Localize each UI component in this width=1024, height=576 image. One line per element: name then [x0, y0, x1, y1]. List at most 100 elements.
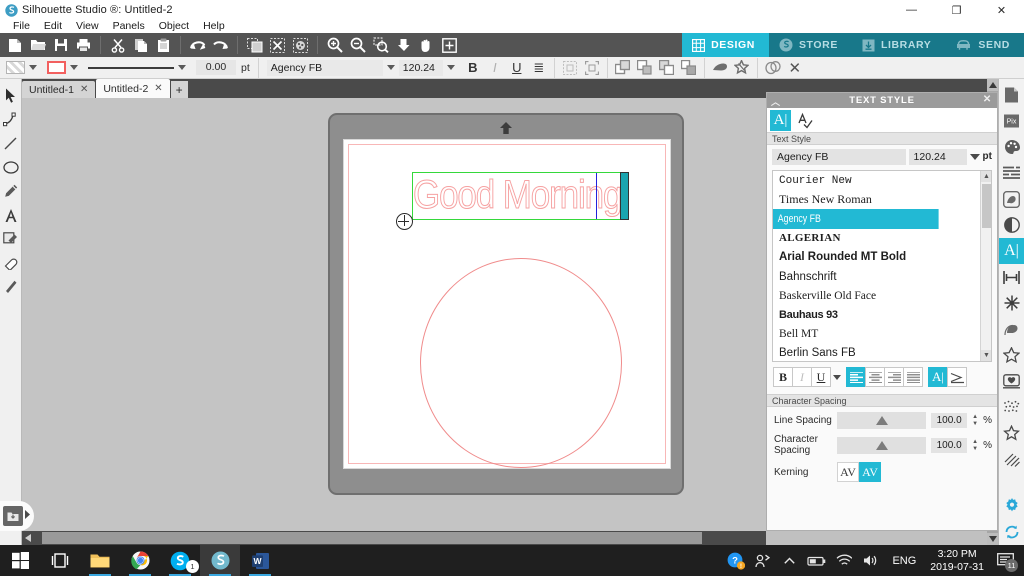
font-list-item[interactable]: Baskerville Old Face [773, 286, 980, 305]
fill-color-swatch[interactable] [6, 61, 25, 74]
ellipse-shape[interactable] [420, 258, 622, 468]
clock[interactable]: 3:20 PM 2019-07-31 [924, 548, 990, 574]
font-list-scroll-thumb[interactable] [982, 184, 991, 228]
show-hidden-icons-chevron[interactable] [776, 545, 803, 576]
font-list-item[interactable]: Arial Rounded MT Bold [773, 248, 980, 267]
slider-thumb-icon[interactable] [876, 416, 888, 425]
character-spacing-slider[interactable] [837, 437, 926, 454]
zoom-out-icon[interactable] [346, 34, 369, 56]
panel-font-size-input[interactable]: 120.24 [909, 149, 967, 165]
sketch-star-icon[interactable] [999, 342, 1024, 368]
kerning-off-button[interactable]: AV [837, 462, 859, 482]
zoom-selection-icon[interactable] [369, 34, 392, 56]
tab-library[interactable]: LIBRARY [852, 33, 945, 57]
redo-icon[interactable] [209, 34, 232, 56]
align-left-button[interactable] [846, 367, 866, 387]
align-center-button[interactable] [865, 367, 885, 387]
character-spacing-stepper[interactable]: ▲▼ [972, 439, 978, 452]
deselect-all-icon[interactable] [266, 34, 289, 56]
page-area[interactable]: Good Morning! [343, 139, 671, 469]
text-align-button[interactable]: ≣ [528, 58, 550, 78]
font-name-dropdown-icon[interactable] [387, 65, 395, 70]
pattern-fill-icon[interactable] [999, 446, 1024, 472]
release-compound-icon[interactable]: ✕ [784, 58, 806, 78]
kerning-on-button[interactable]: AV [859, 462, 881, 482]
draw-pen-tool[interactable] [0, 179, 22, 203]
tab-design[interactable]: DESIGN [682, 33, 769, 57]
font-list-item[interactable]: Courier New [773, 171, 980, 190]
open-folder-icon[interactable] [26, 34, 49, 56]
action-center-icon[interactable]: 11 [990, 545, 1020, 576]
crop-icon[interactable] [678, 58, 700, 78]
shapes-star-icon[interactable] [999, 420, 1024, 446]
subtract-icon[interactable] [634, 58, 656, 78]
scroll-up-icon[interactable]: ▲ [981, 171, 992, 182]
pixscan-icon[interactable]: Pix [999, 108, 1024, 134]
scroll-down-icon[interactable] [987, 533, 998, 545]
font-name-input[interactable]: Agency FB [267, 60, 383, 76]
edit-points-tool[interactable] [0, 107, 22, 131]
font-list-item[interactable]: Berlin Sans FB [773, 344, 980, 362]
line-style-preview[interactable] [88, 61, 174, 74]
knife-tool[interactable] [0, 275, 22, 299]
new-document-icon[interactable] [3, 34, 26, 56]
trace-panel-icon[interactable] [999, 186, 1024, 212]
font-list-item[interactable]: Bell MT [773, 325, 980, 344]
align-justify-button[interactable] [903, 367, 923, 387]
minimize-button[interactable]: — [889, 0, 934, 20]
preferences-gear-icon[interactable] [999, 493, 1024, 519]
text-style-dropdown-icon[interactable] [833, 375, 841, 380]
document-tab-untitled-1[interactable]: Untitled-1 ✕ [22, 81, 95, 98]
collapse-icon[interactable]: ︿ [771, 95, 781, 108]
library-heart-icon[interactable] [999, 368, 1024, 394]
print-icon[interactable] [72, 34, 95, 56]
panel-font-name-input[interactable]: Agency FB [772, 149, 906, 165]
trace-tool[interactable] [0, 227, 22, 251]
undo-icon[interactable] [186, 34, 209, 56]
fill-color-dropdown-icon[interactable] [29, 65, 37, 70]
line-spacing-stepper[interactable]: ▲▼ [972, 414, 978, 427]
cut-scissors-icon[interactable] [106, 34, 129, 56]
wifi-icon[interactable] [830, 545, 857, 576]
menu-help[interactable]: Help [196, 20, 232, 33]
battery-icon[interactable] [803, 545, 830, 576]
design-canvas[interactable]: Good Morning! [22, 98, 766, 531]
word-button[interactable]: W [240, 545, 280, 576]
line-spacing-input[interactable]: 100.0 [931, 413, 967, 428]
font-list[interactable]: Courier New Times New Roman Agency FB AL… [772, 170, 992, 362]
intersect-icon[interactable] [656, 58, 678, 78]
scroll-down-icon[interactable]: ▼ [981, 350, 992, 361]
weld-icon[interactable] [612, 58, 634, 78]
menu-view[interactable]: View [69, 20, 106, 33]
text-on-path-icon[interactable] [794, 110, 815, 131]
language-indicator[interactable]: ENG [884, 555, 924, 567]
font-list-item[interactable]: Bahnschrift [773, 267, 980, 286]
people-icon[interactable] [749, 545, 776, 576]
menu-panels[interactable]: Panels [106, 20, 152, 33]
sync-icon[interactable] [999, 519, 1024, 545]
skype-button[interactable]: 1 [160, 545, 200, 576]
offset-icon[interactable] [762, 58, 784, 78]
transform-icon[interactable] [999, 264, 1024, 290]
panel-close-icon[interactable]: ✕ [983, 94, 992, 105]
text-object[interactable]: Good Morning! [412, 172, 624, 220]
maximize-button[interactable]: ❐ [934, 0, 979, 20]
canvas-text[interactable]: Good Morning! [413, 170, 630, 221]
copy-icon[interactable] [129, 34, 152, 56]
eraser-star-icon[interactable] [731, 58, 753, 78]
menu-file[interactable]: File [6, 20, 37, 33]
font-list-item[interactable]: ALGERIAN [773, 229, 980, 248]
help-notification-icon[interactable]: ?! [722, 545, 749, 576]
underline-button[interactable]: U [811, 367, 831, 387]
line-color-dropdown-icon[interactable] [70, 65, 78, 70]
character-spacing-input[interactable]: 100.0 [931, 438, 967, 453]
fit-to-window-icon[interactable] [438, 34, 461, 56]
color-palette-icon[interactable] [999, 134, 1024, 160]
horizontal-scroll-thumb[interactable] [42, 532, 702, 544]
document-tab-untitled-2[interactable]: Untitled-2 ✕ [96, 79, 169, 98]
close-icon[interactable]: ✕ [154, 83, 162, 94]
knife-icon[interactable] [709, 58, 731, 78]
cut-settings-icon[interactable] [999, 160, 1024, 186]
text-tool[interactable] [0, 203, 22, 227]
canvas-horizontal-scrollbar[interactable] [22, 531, 766, 545]
